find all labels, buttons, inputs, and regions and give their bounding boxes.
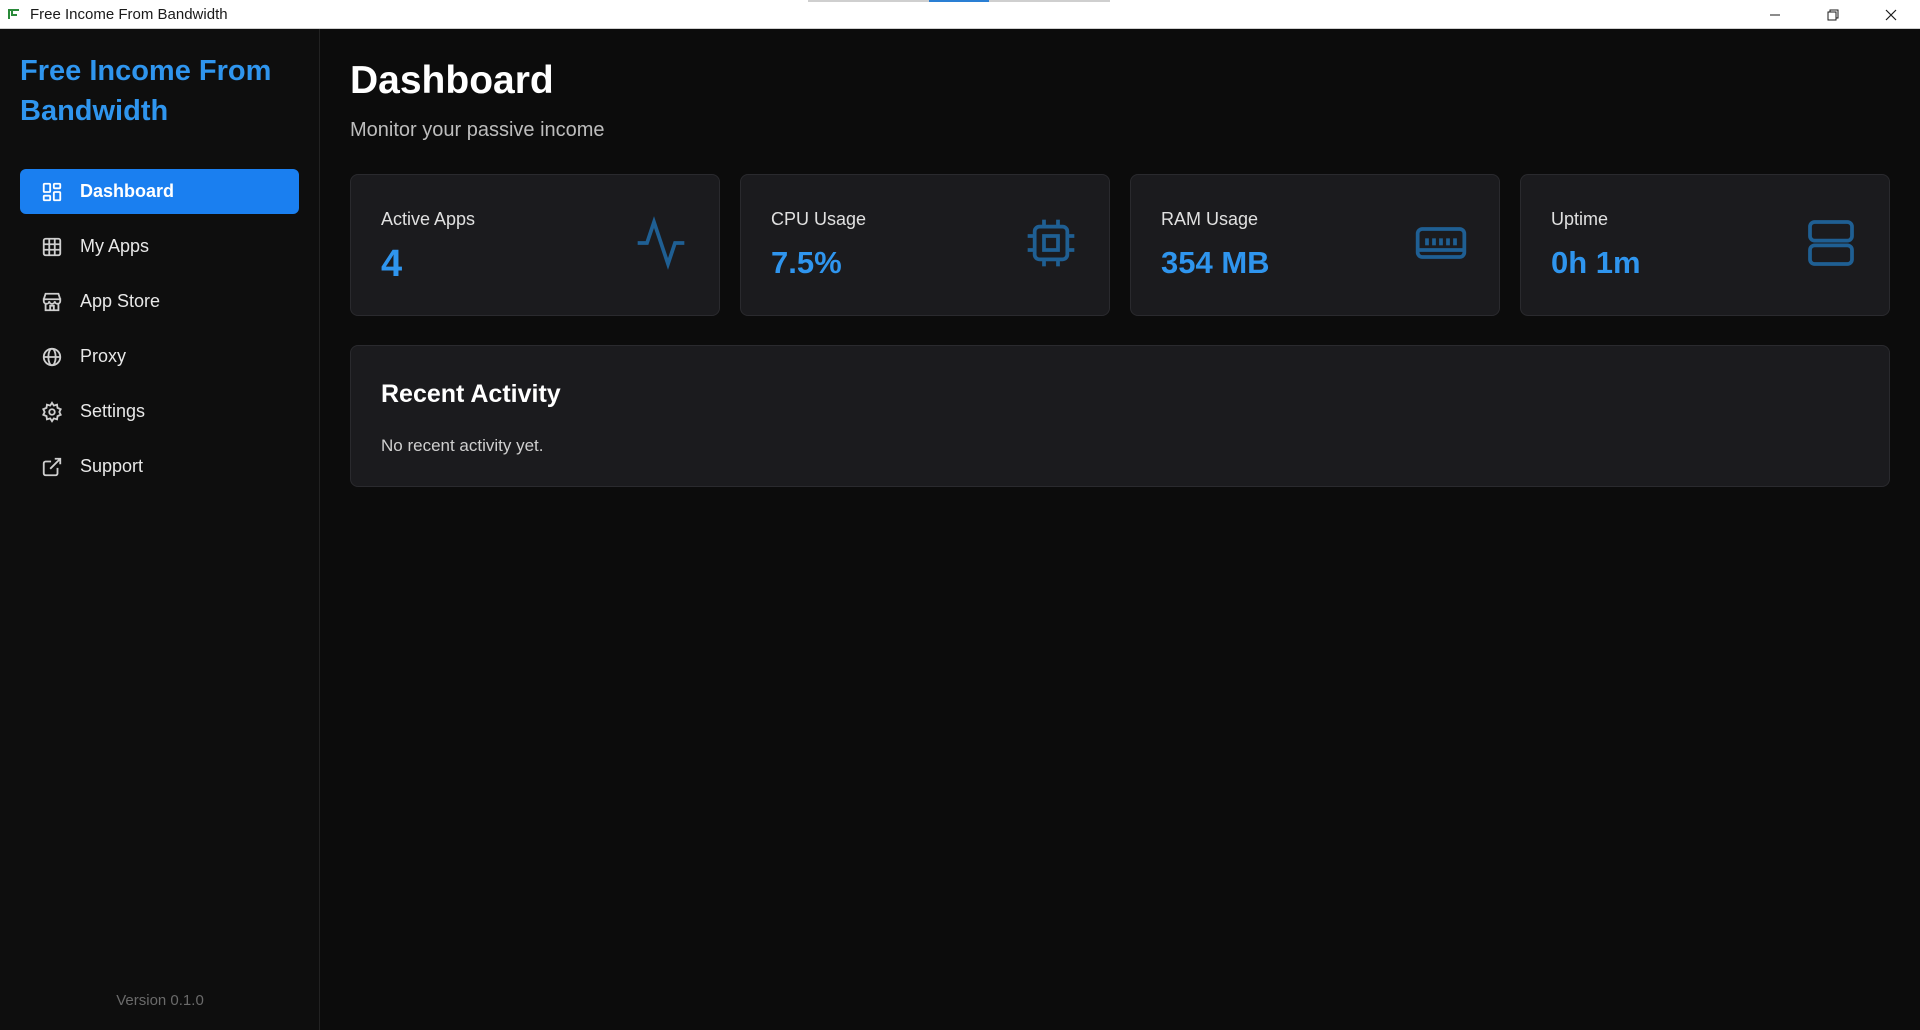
- stat-label: RAM Usage: [1161, 209, 1259, 229]
- sidebar-item-label: Settings: [80, 401, 146, 421]
- sidebar: Free Income From Bandwidth Dashboard My …: [0, 29, 320, 1030]
- gear-icon: [40, 400, 64, 424]
- recent-activity-title: Recent Activity: [381, 380, 561, 408]
- sidebar-item-proxy[interactable]: Proxy: [20, 334, 299, 379]
- stat-card-cpu-usage: CPU Usage 7.5%: [740, 174, 1110, 316]
- stat-value: 4: [381, 243, 403, 285]
- grid-icon: [40, 235, 64, 259]
- close-button[interactable]: [1862, 0, 1920, 29]
- recent-activity-empty: No recent activity yet.: [381, 436, 544, 455]
- restore-icon: [1827, 9, 1839, 20]
- sidebar-item-my-apps[interactable]: My Apps: [20, 224, 299, 269]
- app-logo-icon: [6, 6, 22, 22]
- sidebar-item-support[interactable]: Support: [20, 444, 299, 489]
- close-icon: [1885, 9, 1897, 20]
- external-link-icon: [40, 455, 64, 479]
- stat-label: CPU Usage: [771, 209, 867, 229]
- sidebar-item-label: App Store: [80, 291, 161, 311]
- restore-button[interactable]: [1804, 0, 1862, 29]
- brand-title: Free Income From Bandwidth: [20, 55, 272, 127]
- window-controls: [1746, 0, 1920, 29]
- tab-strip-indicator: [808, 0, 1110, 2]
- sidebar-item-label: My Apps: [80, 236, 150, 256]
- version-label: Version 0.1.0: [116, 992, 204, 1009]
- store-icon: [40, 290, 64, 314]
- cpu-icon: [1027, 219, 1075, 267]
- sidebar-item-label: Proxy: [80, 346, 127, 366]
- sidebar-item-label: Support: [80, 456, 144, 476]
- minimize-icon: [1770, 14, 1780, 15]
- stat-value: 354 MB: [1161, 245, 1270, 280]
- sidebar-item-dashboard[interactable]: Dashboard: [20, 169, 299, 214]
- page-subtitle: Monitor your passive income: [350, 119, 605, 141]
- minimize-button[interactable]: [1746, 0, 1804, 29]
- sidebar-item-settings[interactable]: Settings: [20, 389, 299, 434]
- stat-label: Active Apps: [381, 209, 476, 229]
- stat-card-active-apps: Active Apps 4: [350, 174, 720, 316]
- layout-grid-icon: [40, 180, 64, 204]
- recent-activity-panel: Recent Activity No recent activity yet.: [350, 345, 1890, 487]
- globe-icon: [40, 345, 64, 369]
- server-icon: [1808, 220, 1854, 266]
- sidebar-item-label: Dashboard: [80, 181, 175, 201]
- stat-card-ram-usage: RAM Usage 354 MB: [1130, 174, 1500, 316]
- stats-cards: Active Apps 4 CPU Usage 7.5% RAM Usage 3…: [350, 174, 1890, 316]
- sidebar-item-app-store[interactable]: App Store: [20, 279, 299, 324]
- memory-icon: [1415, 227, 1467, 259]
- sidebar-nav: Dashboard My Apps App Store Proxy Settin…: [20, 169, 299, 499]
- page-title: Dashboard: [350, 59, 554, 102]
- window-title: Free Income From Bandwidth: [30, 5, 228, 23]
- stat-card-uptime: Uptime 0h 1m: [1520, 174, 1890, 316]
- stat-value: 0h 1m: [1551, 245, 1641, 280]
- stat-label: Uptime: [1551, 209, 1609, 229]
- activity-icon: [637, 216, 685, 270]
- window-titlebar: Free Income From Bandwidth: [0, 0, 1920, 29]
- stat-value: 7.5%: [771, 245, 842, 280]
